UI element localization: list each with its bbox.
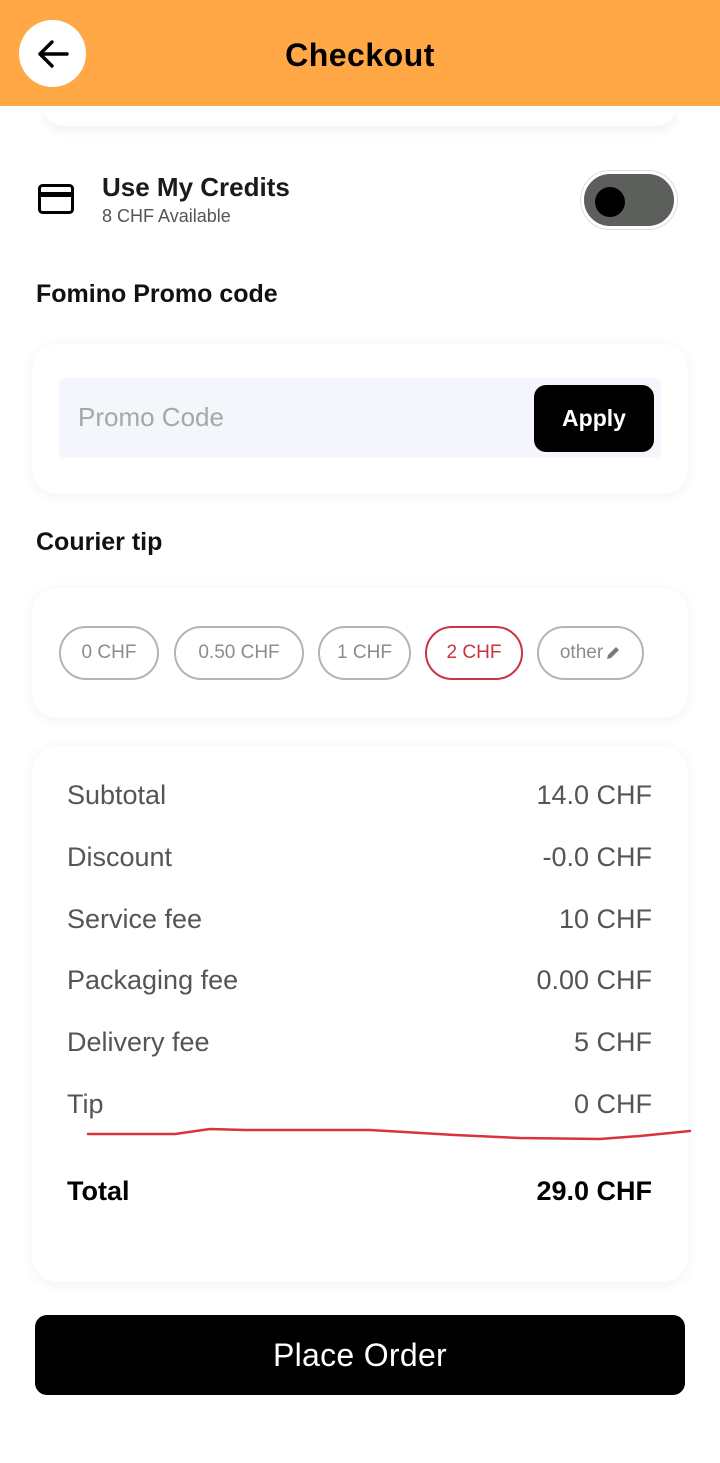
delivery-fee-label: Delivery fee [67,1027,210,1057]
tip-option-label: other [559,642,604,663]
tip-option-050[interactable]: 0.50 CHF [174,626,304,680]
tip-option-1[interactable]: 1 CHF [318,626,411,680]
service-fee-label: Service fee [67,904,203,934]
tip-label: Tip [67,1089,104,1119]
credits-available: 8 CHF Available [102,206,231,226]
tip-value: 0 CHF [573,1089,652,1119]
use-credits-toggle[interactable] [581,171,677,229]
pencil-icon [607,647,620,659]
red-annotation-underline [86,1127,692,1141]
back-button[interactable] [19,20,86,87]
subtotal-label: Subtotal [67,780,167,810]
tip-option-label: 2 CHF [446,642,502,663]
delivery-fee-value: 5 CHF [573,1027,652,1057]
discount-value: -0.0 CHF [542,842,652,872]
packaging-fee-value: 0.00 CHF [536,965,652,995]
tip-section-title: Courier tip [36,528,163,556]
credit-card-icon [38,184,74,214]
promo-section-title: Fomino Promo code [36,280,278,308]
arrow-left-icon [37,39,69,68]
credits-title: Use My Credits [102,172,290,202]
total-label: Total [67,1176,130,1206]
page-title: Checkout [285,37,435,73]
tip-option-0[interactable]: 0 CHF [59,626,159,680]
tip-option-other[interactable]: other [537,626,644,680]
toggle-knob [595,187,625,217]
place-order-button[interactable]: Place Order [35,1315,685,1395]
previous-card-edge [44,106,676,126]
discount-label: Discount [67,842,173,872]
service-fee-value: 10 CHF [558,904,652,934]
total-value: 29.0 CHF [536,1176,652,1206]
subtotal-value: 14.0 CHF [536,780,652,810]
promo-code-placeholder: Promo Code [78,402,224,432]
tip-option-2[interactable]: 2 CHF [425,626,523,680]
tip-option-label: 1 CHF [337,642,392,663]
apply-button[interactable]: Apply [534,385,654,452]
tip-option-label: 0.50 CHF [198,642,280,663]
packaging-fee-label: Packaging fee [67,965,239,995]
tip-option-label: 0 CHF [81,642,137,663]
app-header: Checkout [0,0,720,106]
